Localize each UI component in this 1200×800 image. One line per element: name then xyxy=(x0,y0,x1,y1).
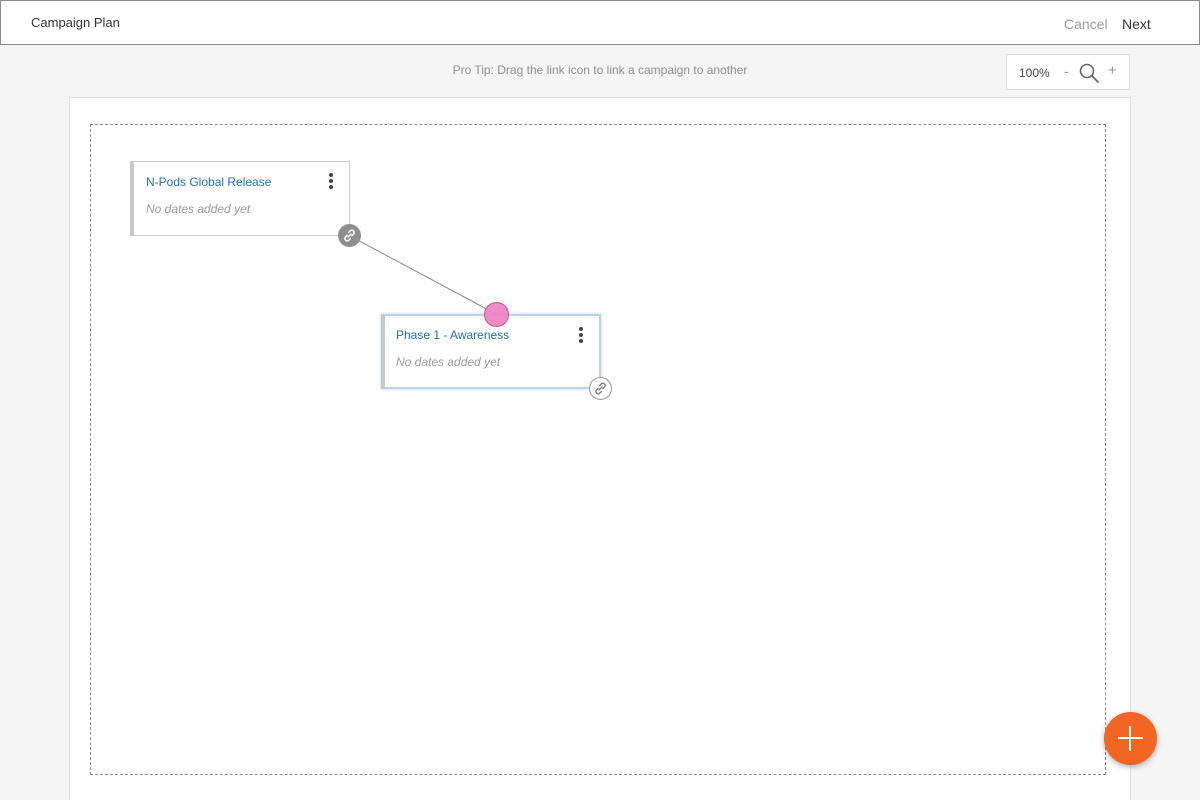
plus-icon xyxy=(1129,726,1131,751)
zoom-out-button[interactable]: - xyxy=(1064,63,1069,79)
link-icon[interactable] xyxy=(589,377,612,400)
campaign-card-dates: No dates added yet xyxy=(396,355,501,369)
cancel-button[interactable]: Cancel xyxy=(1064,16,1108,32)
campaign-card-title[interactable]: Phase 1 - Awareness xyxy=(396,328,509,342)
campaign-card-dates: No dates added yet xyxy=(146,202,251,216)
link-icon[interactable] xyxy=(338,224,361,247)
campaign-card-npods[interactable]: N-Pods Global Release No dates added yet xyxy=(130,161,350,236)
campaign-card-title[interactable]: N-Pods Global Release xyxy=(146,175,271,189)
zoom-in-button[interactable]: + xyxy=(1108,62,1117,79)
kebab-menu-icon[interactable] xyxy=(577,327,585,345)
top-bar: Campaign Plan Cancel Next xyxy=(0,0,1200,45)
next-button[interactable]: Next xyxy=(1122,16,1151,32)
add-campaign-button[interactable] xyxy=(1104,712,1157,765)
kebab-menu-icon[interactable] xyxy=(327,173,335,191)
link-drop-target[interactable] xyxy=(484,302,509,327)
search-icon[interactable] xyxy=(1078,62,1100,84)
zoom-level: 100% xyxy=(1019,66,1050,80)
zoom-control: 100% - + xyxy=(1006,54,1130,90)
page-title: Campaign Plan xyxy=(31,15,120,30)
